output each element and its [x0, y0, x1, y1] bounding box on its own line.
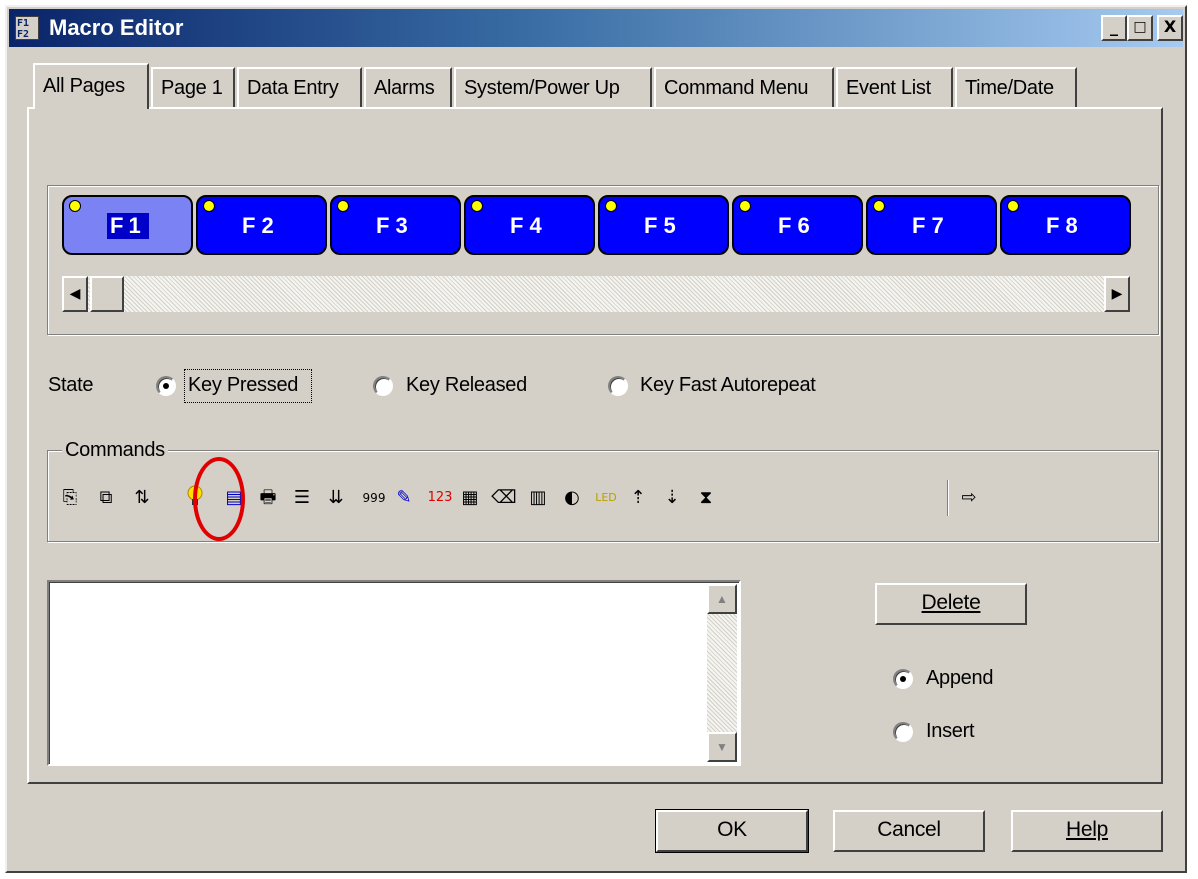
led-icon[interactable]: LED	[589, 483, 623, 513]
function-key-scrollbar[interactable]: ◀ ▶	[62, 276, 1130, 312]
state-label: State	[48, 374, 94, 396]
function-key-label: F8	[1046, 213, 1084, 238]
tab-data-entry[interactable]: Data Entry	[237, 67, 362, 107]
goto-page-icon[interactable]: ⎘	[57, 483, 83, 513]
help-button[interactable]: Help	[1011, 810, 1163, 852]
counter-999-icon[interactable]: 999	[357, 483, 391, 513]
close-button[interactable]: X	[1157, 15, 1183, 41]
delete-button[interactable]: Delete	[875, 583, 1027, 625]
write-pen-icon[interactable]: ✎	[391, 483, 417, 513]
tab-page-1[interactable]: Page 1	[151, 67, 235, 107]
macro-indicator-icon	[69, 200, 81, 212]
append-label[interactable]: Append	[926, 667, 993, 690]
append-radio[interactable]	[893, 669, 913, 689]
upload-icon[interactable]: ⇡	[625, 483, 651, 513]
scroll-right-button[interactable]: ▶	[1104, 276, 1130, 312]
copy-page-icon[interactable]: ⧉	[93, 483, 119, 513]
function-key-f4[interactable]: F4	[464, 195, 595, 255]
scroll-up-button[interactable]: ▲	[707, 584, 737, 614]
function-key-f5[interactable]: F5	[598, 195, 729, 255]
scroll-thumb[interactable]	[90, 276, 124, 312]
tab-alarms[interactable]: Alarms	[364, 67, 452, 107]
state-key-pressed-label[interactable]: Key Pressed	[188, 374, 298, 397]
macro-indicator-icon	[873, 200, 885, 212]
function-key-label: F1	[107, 213, 149, 239]
print-icon[interactable]: 🖶	[255, 483, 281, 513]
tab-time-date[interactable]: Time/Date	[955, 67, 1077, 107]
state-key-pressed-radio[interactable]	[156, 376, 176, 396]
function-key-label: F3	[376, 213, 414, 238]
ok-button[interactable]: OK	[655, 809, 809, 853]
function-key-f2[interactable]: F2	[196, 195, 327, 255]
macro-command-list[interactable]: ▲ ▼	[47, 580, 741, 766]
function-key-f1[interactable]: F1	[62, 195, 193, 255]
list-vertical-scrollbar[interactable]: ▲ ▼	[707, 584, 737, 762]
function-key-f3[interactable]: F3	[330, 195, 461, 255]
eraser-icon[interactable]: ⌫	[491, 483, 517, 513]
tab-system-power-up[interactable]: System/Power Up	[454, 67, 652, 107]
function-key-f6[interactable]: F6	[732, 195, 863, 255]
tab-all-pages[interactable]: All Pages	[33, 63, 149, 109]
insert-radio[interactable]	[893, 722, 913, 742]
tab-event-list[interactable]: Event List	[836, 67, 953, 107]
macro-indicator-icon	[1007, 200, 1019, 212]
commands-label: Commands	[62, 439, 168, 462]
window-title: Macro Editor	[49, 15, 184, 40]
scroll-down-button[interactable]: ▼	[707, 732, 737, 762]
function-key-label: F6	[778, 213, 816, 238]
minimize-button[interactable]: _	[1101, 15, 1127, 41]
audio-icon[interactable]: ◐	[559, 483, 585, 513]
table-check-icon[interactable]: ▦	[457, 483, 483, 513]
state-key-released-label[interactable]: Key Released	[406, 374, 527, 397]
grid-cursor-icon[interactable]: ▥	[525, 483, 551, 513]
state-key-fast-autorepeat-label[interactable]: Key Fast Autorepeat	[640, 374, 816, 397]
function-key-label: F7	[912, 213, 950, 238]
insert-label[interactable]: Insert	[926, 720, 975, 743]
document-icon[interactable]: ☰	[289, 483, 315, 513]
delete-button-label: Delete	[921, 591, 981, 614]
function-key-f7[interactable]: F7	[866, 195, 997, 255]
function-key-f8[interactable]: F8	[1000, 195, 1131, 255]
macro-indicator-icon	[203, 200, 215, 212]
numeric-123-icon[interactable]: 123	[423, 483, 457, 513]
title-bar[interactable]: F1 F2 Macro Editor _ □ X	[9, 9, 1183, 47]
macro-indicator-icon	[337, 200, 349, 212]
macro-indicator-icon	[605, 200, 617, 212]
cancel-button[interactable]: Cancel	[833, 810, 985, 852]
toolbar-separator	[947, 480, 949, 516]
function-key-label: F4	[510, 213, 548, 238]
function-key-label: F5	[644, 213, 682, 238]
tab-command-menu[interactable]: Command Menu	[654, 67, 834, 107]
macro-indicator-icon	[739, 200, 751, 212]
maximize-button[interactable]: □	[1127, 15, 1153, 41]
macro-indicator-icon	[471, 200, 483, 212]
set-tag-icon[interactable]: ⇅	[129, 483, 155, 513]
scroll-left-button[interactable]: ◀	[62, 276, 88, 312]
app-icon: F1 F2	[15, 16, 39, 40]
state-key-fast-autorepeat-radio[interactable]	[608, 376, 628, 396]
help-button-label: Help	[1066, 818, 1108, 841]
function-key-label: F2	[242, 213, 280, 238]
download-icon[interactable]: ⇣	[659, 483, 685, 513]
arrow-right-icon[interactable]: ⇨	[956, 483, 982, 513]
state-key-released-radio[interactable]	[373, 376, 393, 396]
sort-list-icon[interactable]: ⇊	[323, 483, 349, 513]
hourglass-icon[interactable]: ⧗	[693, 483, 719, 513]
highlight-circle	[193, 457, 245, 541]
